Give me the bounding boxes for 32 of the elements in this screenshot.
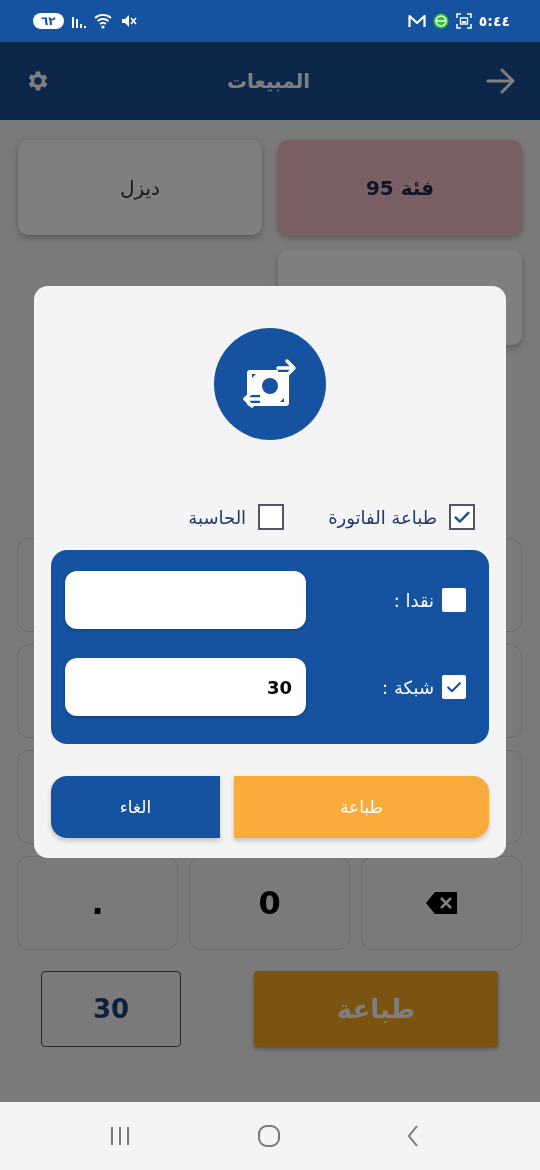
data-saver-icon — [432, 13, 449, 29]
wifi-icon — [93, 13, 114, 29]
mute-icon — [120, 14, 137, 28]
checkbox[interactable] — [442, 588, 466, 612]
signal-icon — [70, 14, 87, 28]
home-icon[interactable] — [257, 1124, 281, 1148]
backspace-icon — [424, 890, 459, 916]
screen-title: المبيعات — [227, 69, 310, 93]
clock-time: ٥:٤٤ — [478, 13, 510, 29]
payment-label: شبكة : — [381, 676, 434, 698]
arrow-right-icon[interactable] — [486, 68, 516, 94]
total-display: 30 — [41, 971, 181, 1047]
checkbox[interactable] — [442, 675, 466, 699]
cancel-button[interactable]: الغاء — [51, 776, 220, 838]
checkbox-label: طباعة الفاتورة — [328, 506, 437, 528]
keypad-key[interactable] — [361, 856, 522, 950]
battery-indicator: ٦٢ — [33, 13, 64, 29]
checkbox-label: الحاسبة — [188, 506, 247, 528]
amount-field[interactable]: 30 — [65, 658, 306, 716]
keypad-key[interactable]: 0 — [189, 856, 350, 950]
product-button[interactable]: فئة 95 — [278, 140, 522, 235]
back-icon[interactable] — [406, 1124, 420, 1148]
keypad-key[interactable]: . — [17, 856, 178, 950]
mail-icon — [407, 14, 426, 28]
checkbox[interactable] — [449, 504, 475, 530]
checkbox[interactable] — [258, 504, 285, 530]
recents-icon[interactable] — [108, 1125, 132, 1147]
payment-label: نقدا : — [392, 589, 434, 611]
amount-field[interactable] — [65, 571, 306, 629]
money-transfer-icon — [214, 328, 326, 440]
screenshot-icon — [455, 13, 472, 29]
product-button[interactable]: ديزل — [18, 140, 262, 235]
